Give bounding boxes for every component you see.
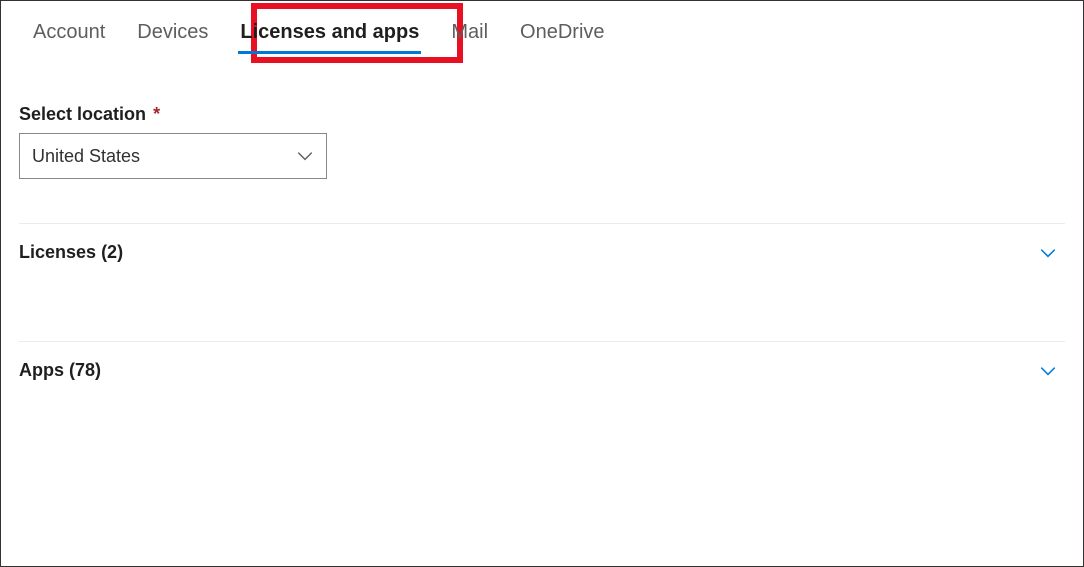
tab-label: Account: [33, 21, 105, 43]
tab-label: OneDrive: [520, 21, 604, 43]
tab-label: Licenses and apps: [240, 21, 419, 43]
chevron-down-icon: [1039, 362, 1057, 380]
title-text: Licenses: [19, 242, 96, 262]
spacer: [19, 281, 1065, 341]
count-text: (2): [101, 242, 123, 262]
count-text: (78): [69, 360, 101, 380]
licenses-accordion[interactable]: Licenses (2): [19, 224, 1065, 281]
label-text: Select location: [19, 104, 146, 124]
location-label: Select location *: [19, 104, 1065, 125]
tab-account[interactable]: Account: [31, 21, 107, 54]
accordion-title: Apps (78): [19, 360, 101, 381]
tab-label: Devices: [137, 21, 208, 43]
tab-devices[interactable]: Devices: [135, 21, 210, 54]
select-value: United States: [32, 146, 140, 167]
tab-licenses-and-apps[interactable]: Licenses and apps: [238, 21, 421, 54]
location-select[interactable]: United States: [19, 133, 327, 179]
chevron-down-icon: [296, 147, 314, 165]
apps-accordion[interactable]: Apps (78): [19, 342, 1065, 399]
chevron-down-icon: [1039, 244, 1057, 262]
accordion-title: Licenses (2): [19, 242, 123, 263]
panel: Account Devices Licenses and apps Mail O…: [0, 0, 1084, 567]
tab-label: Mail: [451, 21, 488, 43]
tab-mail[interactable]: Mail: [449, 21, 490, 54]
required-indicator: *: [153, 104, 160, 124]
tab-bar: Account Devices Licenses and apps Mail O…: [1, 1, 1083, 54]
title-text: Apps: [19, 360, 64, 380]
tab-onedrive[interactable]: OneDrive: [518, 21, 606, 54]
content-area: Select location * United States Licenses…: [1, 54, 1083, 399]
